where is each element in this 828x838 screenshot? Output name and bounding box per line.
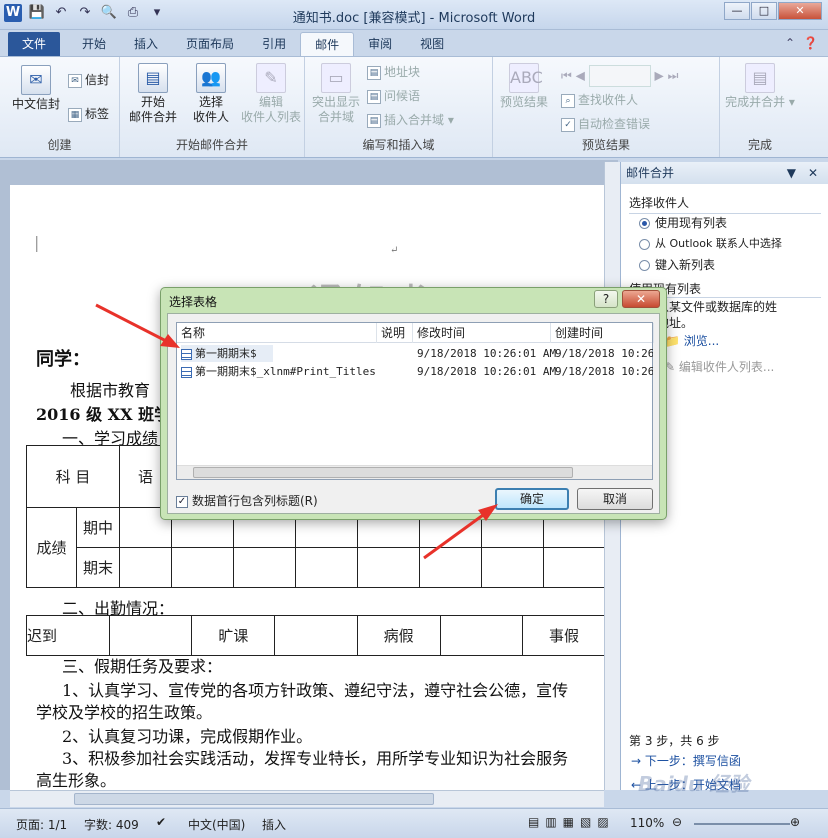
arrow-to-list	[95, 303, 173, 346]
arrowhead-ok	[478, 504, 498, 521]
annotation-arrows	[95, 303, 498, 560]
arrow-to-ok	[423, 508, 491, 560]
